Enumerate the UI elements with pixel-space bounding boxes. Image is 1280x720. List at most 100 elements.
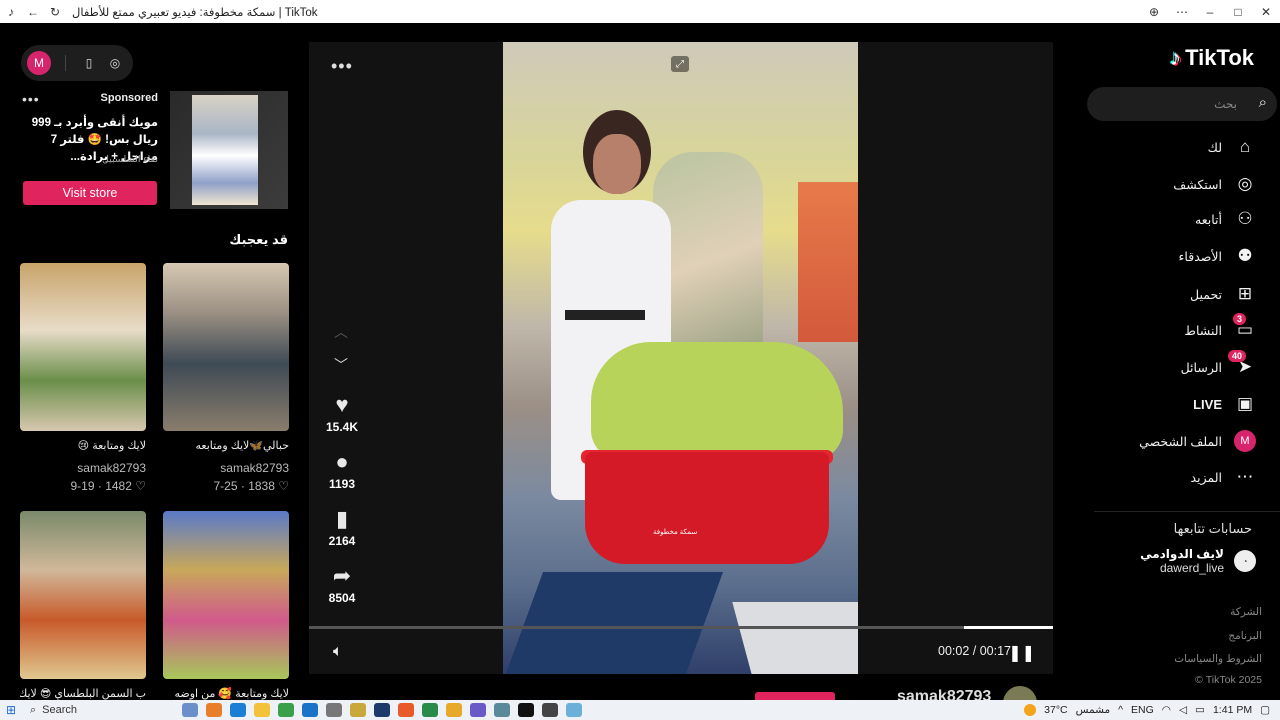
expand-icon[interactable]: ⤢ [671, 56, 689, 72]
start-windows-icon[interactable]: ⊞ [0, 703, 22, 717]
search-input[interactable]: بحث ⌕ [1087, 87, 1277, 121]
video-player[interactable]: سمكة مخطوفة ⤢ [503, 42, 858, 674]
more-options-icon[interactable]: ••• [331, 56, 353, 77]
like-action[interactable]: ♥ 15.4K [309, 392, 375, 434]
wifi-icon[interactable]: ◠ [1162, 704, 1171, 716]
taskbar-search[interactable]: ⌕ Search [22, 701, 172, 719]
minimize-button[interactable]: – [1196, 0, 1224, 23]
pause-icon[interactable]: ❚❚ [1008, 643, 1035, 663]
chrome-icon[interactable] [278, 703, 294, 717]
video-footer: samak82793 [309, 674, 1053, 700]
app-icon[interactable] [494, 703, 510, 717]
maximize-button[interactable]: □ [1224, 0, 1252, 23]
like-count: 15.4K [325, 420, 359, 434]
nav-item-following[interactable]: أتابعه ⚇ [1195, 206, 1256, 232]
tray-chevron-icon[interactable]: ^ [1118, 704, 1123, 716]
app-icon[interactable] [398, 703, 414, 717]
language-indicator[interactable]: ENG [1131, 704, 1154, 716]
visit-store-button[interactable]: Visit store [23, 181, 157, 205]
previous-video-chevron-icon[interactable]: ︿ [334, 322, 348, 342]
edge-icon[interactable] [230, 703, 246, 717]
mobile-icon[interactable]: ▯ [80, 54, 98, 72]
video-thumbnail[interactable] [20, 263, 146, 431]
heart-icon[interactable]: ♥ [309, 392, 375, 418]
reload-icon[interactable]: ↻ [44, 0, 66, 23]
profile-avatar[interactable]: M [27, 51, 51, 75]
scene-cloth [591, 342, 843, 460]
tiktok-taskbar-icon[interactable] [518, 703, 534, 717]
save-action[interactable]: ▮ 2164 [309, 506, 375, 548]
user-follow-icon: ⚇ [1237, 209, 1253, 228]
action-bar: ♥ 15.4K ● 1193 ▮ 2164 ➦ 8504 [309, 392, 375, 620]
app-icon[interactable] [350, 703, 366, 717]
tiktok-logo[interactable]: ♪ TikTok [1170, 45, 1254, 71]
next-video-chevron-icon[interactable]: ﹀ [334, 355, 348, 375]
discord-icon[interactable] [470, 703, 486, 717]
video-author[interactable]: samak82793 [163, 461, 289, 475]
share-action[interactable]: ➦ 8504 [309, 563, 375, 605]
nav-label: المزيد [1190, 470, 1222, 485]
video-card[interactable]: لايك ومتابعة 🥰 من اوضه [163, 511, 289, 700]
nav-item-upload[interactable]: تحميل ⊞ [1190, 281, 1256, 307]
video-stage: ••• سمكة مخطوفة ⤢ ︿ ﹀ ♥ 15.4K ● 1193 ▮ 2… [309, 42, 1053, 674]
video-author[interactable]: samak82793 [20, 461, 146, 475]
search-icon[interactable]: ⌕ [1259, 94, 1267, 111]
settings-icon[interactable] [326, 703, 342, 717]
notifications-icon[interactable]: ▢ [1260, 704, 1270, 716]
tiktok-app-icon: ♪ [8, 4, 14, 19]
follow-button[interactable] [755, 692, 835, 700]
compass-icon[interactable]: ◎ [106, 54, 124, 72]
video-card[interactable]: لايك ومتابعة 😢 samak82793 9-19 · 1482 ♡ [20, 263, 146, 493]
author-avatar[interactable] [1003, 686, 1037, 700]
messages-icon: ➤ 40 [1227, 350, 1256, 378]
comment-action[interactable]: ● 1193 [309, 449, 375, 491]
comment-icon[interactable]: ● [309, 449, 375, 475]
footer-link-program[interactable]: البرنامج [1228, 630, 1262, 642]
nav-item-for-you[interactable]: لك ⌂ [1208, 134, 1256, 160]
system-tray: 37°C مشمس ^ ENG ◠ ◁ ▭ 1:41 PM ▢ [1024, 704, 1280, 716]
file-explorer-icon[interactable] [254, 703, 270, 717]
copilot-icon[interactable] [206, 703, 222, 717]
progress-bar[interactable] [309, 626, 1053, 629]
app-icon[interactable] [542, 703, 558, 717]
zoom-icon[interactable]: ⊕ [1140, 0, 1168, 23]
following-account[interactable]: لايف الدوادمي dawerd_live ◔ [1140, 547, 1256, 575]
heart-outline-icon: ♡ [135, 479, 146, 493]
nav-item-profile[interactable]: الملف الشخصي M [1139, 428, 1256, 454]
task-view-icon[interactable] [182, 703, 198, 717]
footer-link-company[interactable]: الشركة [1230, 606, 1262, 618]
weather-temp[interactable]: 37°C [1044, 704, 1067, 716]
nav-item-live[interactable]: LIVE ▣ [1193, 391, 1256, 417]
menu-dots-icon[interactable]: ⋯ [1168, 0, 1196, 23]
bookmark-icon[interactable]: ▮ [309, 506, 375, 532]
speaker-icon[interactable]: ◁ [1179, 704, 1187, 716]
ad-thumbnail[interactable] [170, 91, 288, 209]
steam-icon[interactable] [374, 703, 390, 717]
clock[interactable]: 1:41 PM [1213, 704, 1252, 716]
video-likes: 1838 [248, 479, 275, 493]
volume-icon[interactable]: 🔈︎ [333, 643, 343, 661]
close-button[interactable]: ✕ [1252, 0, 1280, 23]
back-arrow-icon[interactable]: ← [22, 0, 44, 23]
nav-item-explore[interactable]: استكشف ◎ [1173, 171, 1256, 197]
app-icon[interactable] [446, 703, 462, 717]
footer-link-terms[interactable]: الشروط والسياسات [1174, 653, 1262, 665]
outlook-icon[interactable] [302, 703, 318, 717]
author-handle[interactable]: samak82793 [897, 688, 991, 700]
nav-label: LIVE [1193, 396, 1222, 412]
video-thumbnail[interactable] [20, 511, 146, 679]
app-icon[interactable] [566, 703, 582, 717]
app-icon[interactable] [422, 703, 438, 717]
video-thumbnail[interactable] [163, 263, 289, 431]
video-thumbnail[interactable] [163, 511, 289, 679]
battery-icon[interactable]: ▭ [1195, 704, 1205, 716]
nav-item-friends[interactable]: الأصدقاء ⚉ [1179, 243, 1256, 269]
nav-item-more[interactable]: المزيد ⋯ [1191, 464, 1256, 490]
ad-more-icon[interactable]: ••• [22, 91, 40, 107]
nav-item-activity[interactable]: النشاط ▭ 3 [1184, 313, 1256, 343]
sponsored-ad: ••• Sponsored مويك أنقى وأبرد بـ 999 ريا… [22, 91, 288, 211]
video-card[interactable]: ب السمن البلطساي 😎 لايك [20, 511, 146, 700]
share-icon[interactable]: ➦ [309, 563, 375, 589]
video-card[interactable]: حبالي🦋لايك ومتابعه samak82793 7-25 · 183… [163, 263, 289, 493]
nav-item-messages[interactable]: الرسائل ➤ 40 [1181, 350, 1256, 380]
